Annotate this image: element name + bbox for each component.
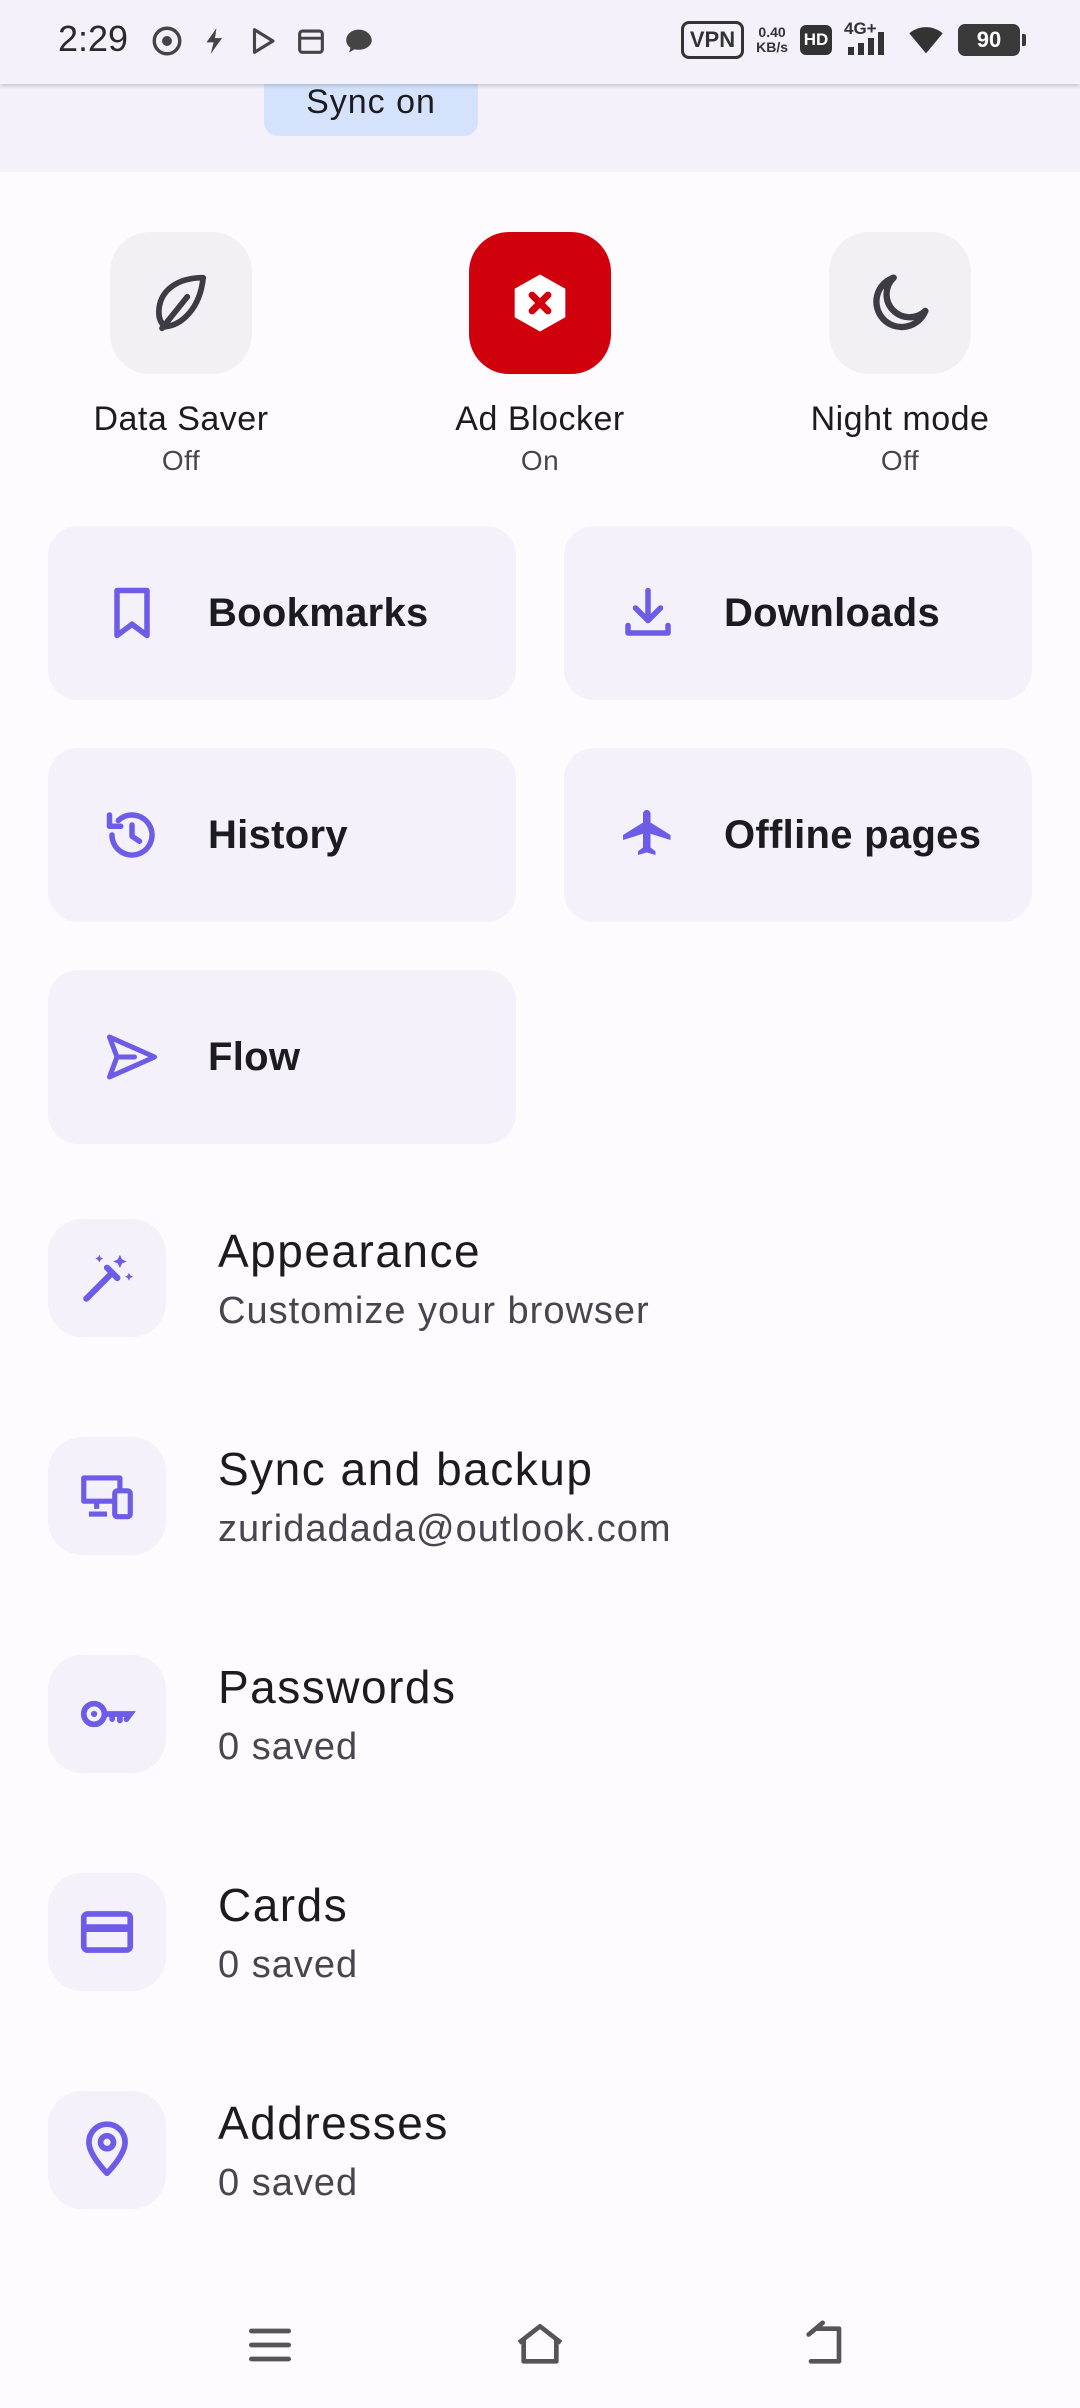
- offline-pages-tile[interactable]: Offline pages: [564, 748, 1032, 922]
- data-saver-label: Data Saver: [93, 400, 269, 438]
- passwords-icon-box: [48, 1655, 166, 1773]
- bookmarks-tile[interactable]: Bookmarks: [48, 526, 516, 700]
- location-pin-icon: [86, 2121, 128, 2177]
- passwords-count: 0 saved: [218, 1725, 359, 1768]
- moon-icon: [873, 274, 929, 331]
- signal-icon: 4G+: [844, 19, 894, 57]
- appearance-title: Appearance: [218, 1224, 482, 1277]
- night-mode-toggle[interactable]: Night mode Off: [770, 232, 1030, 477]
- data-saver-button[interactable]: [110, 232, 252, 374]
- home-icon: [517, 2324, 563, 2364]
- wifi-icon: [909, 27, 943, 54]
- ad-blocker-label: Ad Blocker: [455, 400, 625, 438]
- data-saver-toggle[interactable]: Data Saver Off: [51, 232, 311, 477]
- flow-label: Flow: [208, 1034, 301, 1079]
- net-speed-value: 0.40: [758, 24, 786, 40]
- devices-icon: [81, 1475, 133, 1520]
- send-icon: [107, 1034, 157, 1080]
- menu-icon: [249, 2328, 291, 2362]
- data-saver-state: Off: [161, 445, 201, 476]
- cards-count: 0 saved: [218, 1943, 359, 1986]
- net-speed: 0.40 KB/s: [756, 25, 788, 55]
- cards-title: Cards: [218, 1878, 349, 1931]
- recent-apps-button[interactable]: [235, 2310, 305, 2380]
- ad-blocker-toggle[interactable]: Ad Blocker On: [410, 232, 670, 477]
- back-button[interactable]: [790, 2310, 860, 2380]
- chrome-icon: [152, 26, 182, 56]
- download-icon: [625, 587, 671, 636]
- downloads-tile[interactable]: Downloads: [564, 526, 1032, 700]
- system-nav-bar: [0, 2290, 1080, 2408]
- history-label: History: [208, 812, 348, 857]
- addresses-icon-box: [48, 2091, 166, 2209]
- bookmark-icon: [114, 587, 150, 639]
- offline-pages-label: Offline pages: [724, 812, 982, 857]
- addresses-item[interactable]: Addresses 0 saved: [48, 2080, 1038, 2220]
- night-mode-label: Night mode: [810, 400, 990, 438]
- net-speed-unit: KB/s: [756, 39, 788, 55]
- status-time: 2:29: [58, 18, 129, 59]
- sync-and-backup-item[interactable]: Sync and backup zuridadada@outlook.com: [48, 1426, 1038, 1566]
- magic-wand-icon: [83, 1254, 133, 1302]
- battery-indicator: 90: [958, 24, 1026, 56]
- history-icon: [106, 812, 155, 858]
- home-button[interactable]: [505, 2310, 575, 2380]
- leaf-icon: [155, 274, 207, 332]
- play-store-icon: [252, 28, 275, 54]
- addresses-count: 0 saved: [218, 2161, 359, 2204]
- flow-tile[interactable]: Flow: [48, 970, 516, 1144]
- appearance-icon-box: [48, 1219, 166, 1337]
- cards-item[interactable]: Cards 0 saved: [48, 1862, 1038, 2002]
- ad-blocker-icon: [514, 274, 566, 332]
- ad-blocker-button[interactable]: [469, 232, 611, 374]
- credit-card-icon: [80, 1911, 134, 1953]
- appearance-subtitle: Customize your browser: [218, 1289, 650, 1332]
- sync-icon-box: [48, 1437, 166, 1555]
- cards-icon-box: [48, 1873, 166, 1991]
- status-bar: 2:29 VPN 0.40 KB/s HD 4G+ 90: [0, 0, 1080, 84]
- bookmarks-label: Bookmarks: [208, 590, 429, 635]
- ad-blocker-state: On: [520, 445, 560, 476]
- passwords-item[interactable]: Passwords 0 saved: [48, 1644, 1038, 1784]
- night-mode-button[interactable]: [829, 232, 971, 374]
- hd-badge: HD: [800, 25, 832, 55]
- sync-account: zuridadada@outlook.com: [218, 1507, 672, 1550]
- back-icon: [806, 2320, 842, 2364]
- key-icon: [80, 1700, 136, 1728]
- status-right: VPN 0.40 KB/s HD 4G+ 90: [680, 19, 1026, 60]
- airplane-icon: [623, 810, 671, 855]
- appearance-item[interactable]: Appearance Customize your browser: [48, 1208, 1038, 1348]
- history-tile[interactable]: History: [48, 748, 516, 922]
- chat-bubble-icon: [346, 29, 372, 53]
- passwords-title: Passwords: [218, 1660, 457, 1713]
- vpn-badge: VPN: [680, 21, 745, 59]
- night-mode-state: Off: [880, 445, 920, 476]
- addresses-title: Addresses: [218, 2096, 449, 2149]
- sync-title: Sync and backup: [218, 1442, 594, 1495]
- downloads-label: Downloads: [724, 590, 941, 635]
- header-band: [0, 84, 1080, 172]
- bolt-icon: [206, 28, 223, 54]
- notification-icons: [150, 24, 376, 58]
- calendar-icon: [298, 29, 324, 54]
